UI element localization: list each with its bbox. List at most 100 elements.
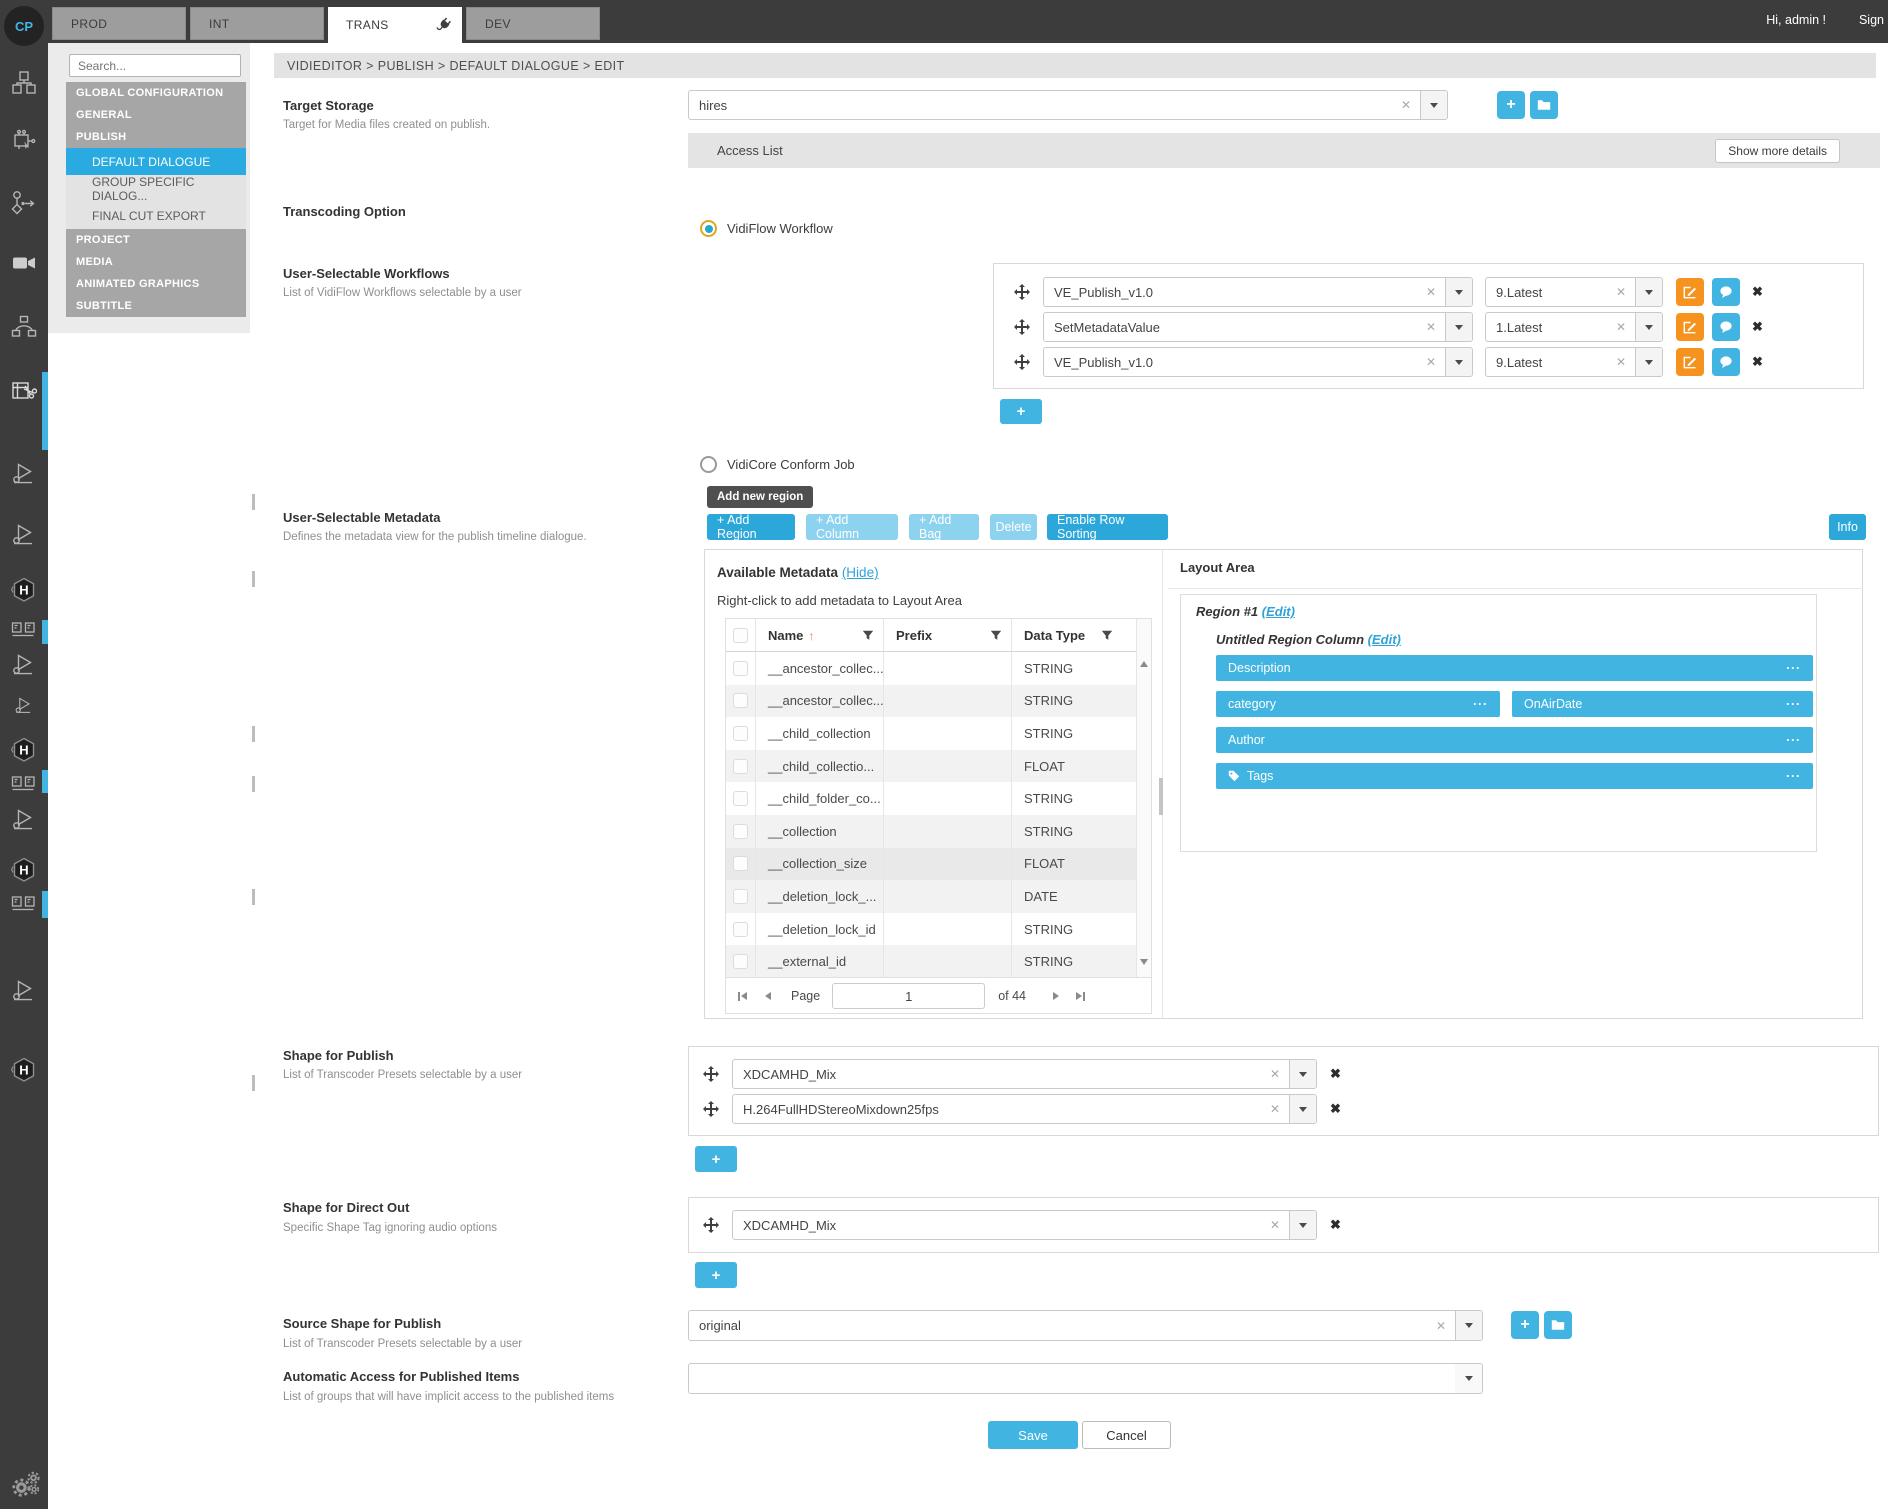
row-checkbox[interactable]: [733, 759, 748, 774]
column-header-prefix[interactable]: Prefix: [896, 628, 932, 643]
radio-vidicore-conform-job[interactable]: [700, 456, 717, 473]
hide-link[interactable]: (Hide): [842, 565, 879, 580]
sidebar-item-media[interactable]: MEDIA: [66, 251, 246, 273]
dropdown-button[interactable]: [1635, 313, 1662, 341]
tab-trans[interactable]: TRANS: [328, 7, 462, 43]
radio-vidiflow-workflow[interactable]: [700, 220, 717, 237]
tab-prod[interactable]: PROD: [52, 7, 186, 40]
table-row[interactable]: __child_collectionSTRING: [726, 717, 1151, 750]
clear-icon[interactable]: ✕: [1417, 313, 1445, 341]
table-row[interactable]: __child_folder_co...STRING: [726, 782, 1151, 815]
honeycomb-h-icon[interactable]: [11, 857, 37, 883]
row-checkbox[interactable]: [733, 922, 748, 937]
table-scrollbar[interactable]: [1136, 619, 1151, 977]
region-edit-link[interactable]: (Edit): [1262, 604, 1295, 619]
source-shape-input[interactable]: [689, 1311, 1427, 1340]
next-page-button[interactable]: [1053, 992, 1059, 1000]
honeycomb-h-icon[interactable]: [11, 1057, 37, 1083]
sidebar-item-group-specific-dialogue[interactable]: GROUP SPECIFIC DIALOG...: [66, 175, 246, 202]
media-player-icon[interactable]: [11, 977, 37, 1003]
remove-workflow-button[interactable]: ✖: [1752, 284, 1763, 300]
workflow-name-input[interactable]: [1044, 348, 1417, 376]
sidebar-item-global-configuration[interactable]: GLOBAL CONFIGURATION: [66, 82, 246, 104]
last-page-button[interactable]: [1076, 992, 1085, 1001]
workflow-comment-button[interactable]: [1712, 348, 1740, 376]
move-handle-icon[interactable]: [1014, 354, 1030, 370]
shape-input[interactable]: [733, 1060, 1261, 1088]
clear-icon[interactable]: ✕: [1392, 91, 1420, 119]
info-button[interactable]: Info: [1829, 514, 1866, 540]
sidebar-item-publish[interactable]: PUBLISH: [66, 126, 246, 148]
add-bag-button[interactable]: + Add Bag: [909, 514, 979, 540]
dropdown-button[interactable]: [1635, 348, 1662, 376]
table-row[interactable]: __deletion_lock_...DATE: [726, 880, 1151, 913]
media-player-icon[interactable]: [11, 806, 37, 832]
save-button[interactable]: Save: [988, 1421, 1078, 1449]
sidebar-item-subtitle[interactable]: SUBTITLE: [66, 295, 246, 317]
sidebar-item-project[interactable]: PROJECT: [66, 229, 246, 251]
sidebar-item-final-cut-export[interactable]: FINAL CUT EXPORT: [66, 202, 246, 229]
remove-shape-button[interactable]: ✖: [1330, 1066, 1341, 1082]
video-camera-icon[interactable]: [11, 250, 37, 276]
table-row[interactable]: __ancestor_collec...STRING: [726, 685, 1151, 718]
settings-gears-icon[interactable]: [11, 1468, 41, 1498]
row-checkbox[interactable]: [733, 856, 748, 871]
row-checkbox[interactable]: [733, 661, 748, 676]
honeycomb-h-icon[interactable]: [11, 737, 37, 763]
browse-source-shape-button[interactable]: [1544, 1311, 1572, 1339]
sidebar-item-animated-graphics[interactable]: ANIMATED GRAPHICS: [66, 273, 246, 295]
column-header-datatype[interactable]: Data Type: [1024, 628, 1085, 643]
honeycomb-h-icon[interactable]: [11, 577, 37, 603]
table-row[interactable]: __collection_sizeFLOAT: [726, 848, 1151, 881]
row-checkbox[interactable]: [733, 889, 748, 904]
workflow-arrow-icon[interactable]: [11, 190, 37, 216]
remove-shape-button[interactable]: ✖: [1330, 1217, 1341, 1233]
metadata-chip-author[interactable]: Author ...: [1216, 727, 1813, 753]
sidebar-item-general[interactable]: GENERAL: [66, 104, 246, 126]
sign-out-link[interactable]: Sign: [1859, 13, 1884, 27]
filter-icon[interactable]: [1101, 630, 1113, 641]
dropdown-button[interactable]: [1289, 1060, 1316, 1088]
enable-row-sorting-button[interactable]: Enable Row Sorting: [1047, 514, 1168, 540]
select-all-checkbox[interactable]: [733, 628, 748, 643]
show-more-details-button[interactable]: Show more details: [1715, 139, 1840, 163]
row-checkbox[interactable]: [733, 954, 748, 969]
move-handle-icon[interactable]: [703, 1101, 719, 1117]
table-row[interactable]: __child_collectio...FLOAT: [726, 750, 1151, 783]
column-header-name[interactable]: Name: [768, 628, 803, 643]
edit-workflow-button[interactable]: [1676, 348, 1704, 376]
media-player-icon[interactable]: [11, 460, 37, 486]
add-workflow-button[interactable]: +: [1000, 399, 1042, 424]
edit-workflow-button[interactable]: [1676, 278, 1704, 306]
add-source-shape-button[interactable]: +: [1511, 1311, 1539, 1339]
edit-workflow-button[interactable]: [1676, 313, 1704, 341]
remove-workflow-button[interactable]: ✖: [1752, 319, 1763, 335]
media-player-small-icon[interactable]: [14, 695, 34, 715]
table-row[interactable]: __external_idSTRING: [726, 945, 1151, 978]
video-editor-icon[interactable]: [11, 378, 37, 404]
add-shape-button[interactable]: +: [695, 1146, 737, 1172]
region-column-edit-link[interactable]: (Edit): [1368, 632, 1401, 647]
row-checkbox[interactable]: [733, 824, 748, 839]
page-number-input[interactable]: [832, 983, 985, 1009]
shape-input[interactable]: [733, 1095, 1261, 1123]
dropdown-button[interactable]: [1455, 1311, 1482, 1340]
delete-button[interactable]: Delete: [990, 514, 1037, 540]
remove-shape-button[interactable]: ✖: [1330, 1101, 1341, 1117]
clear-icon[interactable]: ✕: [1607, 278, 1635, 306]
move-handle-icon[interactable]: [703, 1066, 719, 1082]
move-handle-icon[interactable]: [1014, 284, 1030, 300]
sidebar-item-default-dialogue[interactable]: DEFAULT DIALOGUE: [66, 148, 246, 175]
dropdown-button[interactable]: [1289, 1095, 1316, 1123]
clear-icon[interactable]: ✕: [1607, 313, 1635, 341]
shape-input[interactable]: [733, 1211, 1261, 1239]
chip-menu-icon[interactable]: ...: [1786, 766, 1801, 780]
clear-icon[interactable]: ✕: [1607, 348, 1635, 376]
dropdown-button[interactable]: [1445, 348, 1472, 376]
clear-icon[interactable]: ✕: [1261, 1095, 1289, 1123]
tab-dev[interactable]: DEV: [466, 7, 600, 40]
move-handle-icon[interactable]: [1014, 319, 1030, 335]
chip-menu-icon[interactable]: ...: [1473, 694, 1488, 708]
chip-menu-icon[interactable]: ...: [1786, 730, 1801, 744]
boxes-icon[interactable]: [11, 70, 37, 96]
